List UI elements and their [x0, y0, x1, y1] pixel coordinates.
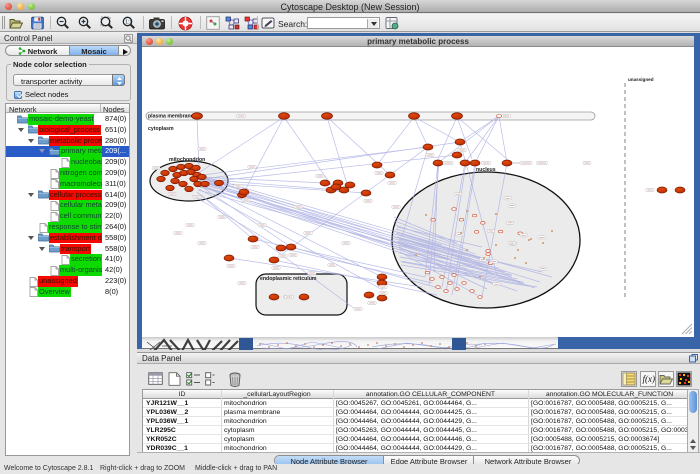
svg-text:1:1: 1:1: [125, 20, 132, 26]
svg-text:nucleus: nucleus: [476, 167, 496, 173]
svg-text:unassigned: unassigned: [628, 77, 654, 82]
svg-text:f(x): f(x): [643, 374, 656, 384]
svg-text:plasma membrane: plasma membrane: [148, 114, 194, 120]
svg-text:cytoplasm: cytoplasm: [148, 126, 174, 132]
svg-text:endoplasmic reticulum: endoplasmic reticulum: [260, 276, 317, 282]
svg-text:mitochondrion: mitochondrion: [169, 157, 205, 163]
